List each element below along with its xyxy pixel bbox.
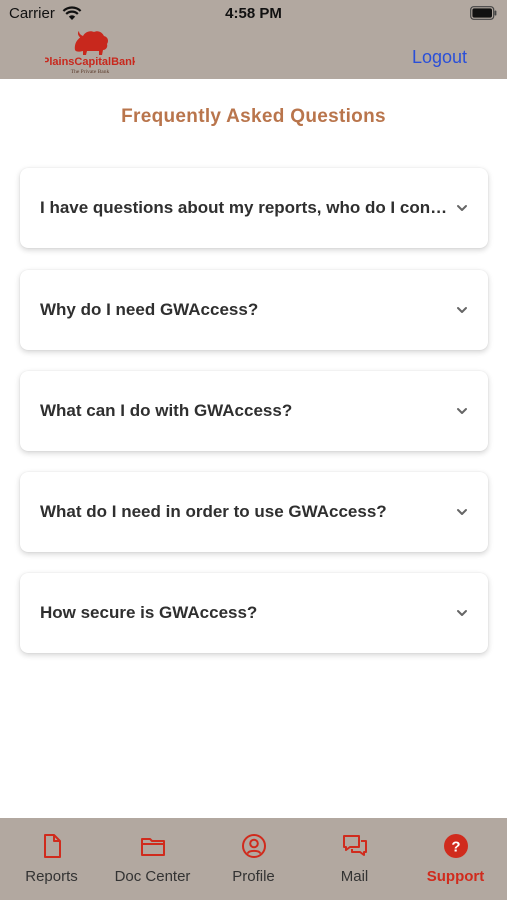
tab-label: Profile	[232, 868, 275, 885]
logo-text: PlainsCapitalBank	[45, 56, 135, 68]
question-circle-icon: ?	[444, 834, 468, 858]
bison-icon	[74, 31, 108, 55]
app-header: Carrier 4:58 PM PlainsCapitalBank The Pr…	[0, 0, 507, 79]
chevron-down-icon	[457, 408, 467, 414]
status-bar: Carrier 4:58 PM	[0, 0, 507, 28]
chat-bubbles-icon	[343, 835, 367, 856]
faq-item-what-can-do[interactable]: What can I do with GWAccess?	[20, 371, 488, 451]
faq-question: What do I need in order to use GWAccess?	[40, 502, 387, 521]
page-title: Frequently Asked Questions	[121, 106, 386, 127]
tab-doc-center[interactable]: Doc Center	[102, 818, 203, 900]
tab-mail[interactable]: Mail	[304, 818, 405, 900]
folder-icon	[141, 838, 165, 856]
faq-item-reports-contact[interactable]: I have questions about my reports, who d…	[20, 168, 488, 248]
user-circle-icon	[242, 834, 266, 858]
status-time: 4:58 PM	[225, 5, 282, 22]
bottom-tab-bar: Reports Doc Center Profile Mail ? Suppor…	[0, 818, 507, 900]
svg-text:?: ?	[451, 839, 460, 856]
plainscapital-logo: PlainsCapitalBank The Private Bank	[45, 31, 135, 75]
battery-icon	[470, 6, 497, 20]
tab-label: Reports	[25, 868, 78, 885]
faq-question: I have questions about my reports, who d…	[40, 198, 448, 217]
tab-reports[interactable]: Reports	[1, 818, 102, 900]
tab-label: Doc Center	[114, 868, 191, 885]
tab-label: Support	[426, 868, 485, 885]
faq-question: What can I do with GWAccess?	[40, 401, 293, 420]
faq-item-requirements[interactable]: What do I need in order to use GWAccess?	[20, 472, 488, 552]
faq-question: Why do I need GWAccess?	[40, 300, 259, 319]
tab-support[interactable]: ? Support	[405, 818, 506, 900]
document-icon	[44, 834, 61, 858]
faq-question: How secure is GWAccess?	[40, 603, 258, 622]
tab-profile[interactable]: Profile	[203, 818, 304, 900]
faq-item-security[interactable]: How secure is GWAccess?	[20, 573, 488, 653]
tab-label: Mail	[340, 868, 369, 885]
chevron-down-icon	[457, 610, 467, 616]
logo-subtext: The Private Bank	[71, 69, 110, 75]
chevron-down-icon	[457, 509, 467, 515]
chevron-down-icon	[457, 205, 467, 211]
faq-item-why-need[interactable]: Why do I need GWAccess?	[20, 270, 488, 350]
chevron-down-icon	[457, 307, 467, 313]
logout-button[interactable]: Logout	[412, 47, 467, 68]
